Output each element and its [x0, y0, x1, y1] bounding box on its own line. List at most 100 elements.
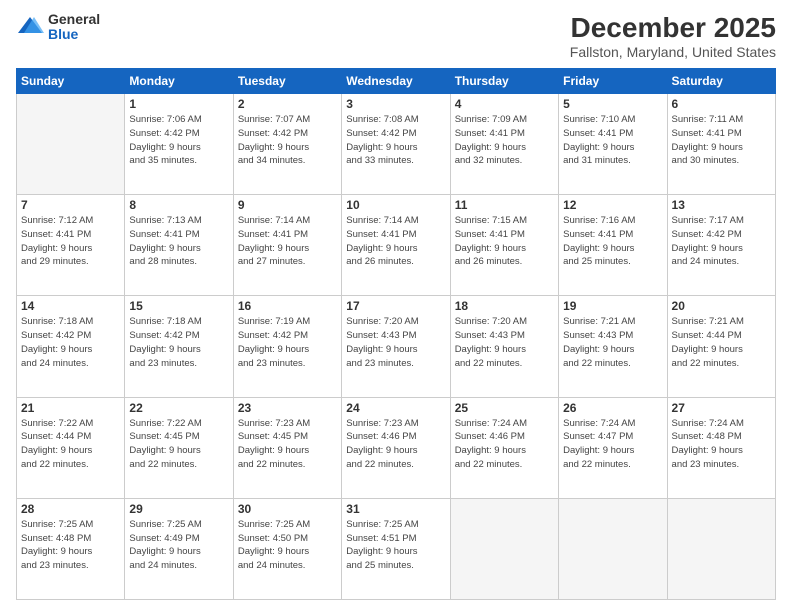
daylight-minutes: and 22 minutes. [455, 358, 523, 369]
sunrise-label: Sunrise: 7:21 AM [672, 316, 744, 327]
daylight-label: Daylight: 9 hours [238, 546, 309, 557]
day-number: 7 [21, 198, 120, 212]
day-info: Sunrise: 7:14 AMSunset: 4:41 PMDaylight:… [238, 214, 337, 269]
sunrise-label: Sunrise: 7:17 AM [672, 215, 744, 226]
sunset-label: Sunset: 4:43 PM [346, 330, 416, 341]
sunrise-label: Sunrise: 7:24 AM [563, 418, 635, 429]
daylight-label: Daylight: 9 hours [238, 445, 309, 456]
daylight-label: Daylight: 9 hours [129, 445, 200, 456]
calendar-cell [450, 498, 558, 599]
day-number: 26 [563, 401, 662, 415]
day-number: 29 [129, 502, 228, 516]
sunrise-label: Sunrise: 7:06 AM [129, 114, 201, 125]
sunset-label: Sunset: 4:47 PM [563, 431, 633, 442]
calendar-cell: 9Sunrise: 7:14 AMSunset: 4:41 PMDaylight… [233, 195, 341, 296]
day-info: Sunrise: 7:14 AMSunset: 4:41 PMDaylight:… [346, 214, 445, 269]
calendar-table: SundayMondayTuesdayWednesdayThursdayFrid… [16, 68, 776, 600]
sunrise-label: Sunrise: 7:07 AM [238, 114, 310, 125]
daylight-minutes: and 24 minutes. [129, 560, 197, 571]
calendar-cell: 21Sunrise: 7:22 AMSunset: 4:44 PMDayligh… [17, 397, 125, 498]
day-info: Sunrise: 7:19 AMSunset: 4:42 PMDaylight:… [238, 315, 337, 370]
day-number: 10 [346, 198, 445, 212]
calendar-cell: 11Sunrise: 7:15 AMSunset: 4:41 PMDayligh… [450, 195, 558, 296]
sunset-label: Sunset: 4:41 PM [563, 128, 633, 139]
calendar-cell [17, 94, 125, 195]
day-info: Sunrise: 7:18 AMSunset: 4:42 PMDaylight:… [129, 315, 228, 370]
sunrise-label: Sunrise: 7:14 AM [346, 215, 418, 226]
day-info: Sunrise: 7:22 AMSunset: 4:44 PMDaylight:… [21, 417, 120, 472]
sunrise-label: Sunrise: 7:20 AM [455, 316, 527, 327]
daylight-minutes: and 27 minutes. [238, 256, 306, 267]
sunset-label: Sunset: 4:44 PM [672, 330, 742, 341]
page: General Blue December 2025 Fallston, Mar… [0, 0, 792, 612]
daylight-minutes: and 23 minutes. [129, 358, 197, 369]
calendar-cell: 13Sunrise: 7:17 AMSunset: 4:42 PMDayligh… [667, 195, 775, 296]
day-info: Sunrise: 7:07 AM Sunset: 4:42 PM Daylight:… [238, 113, 337, 168]
daylight-minutes: and 25 minutes. [346, 560, 414, 571]
day-header: Tuesday [233, 69, 341, 94]
daylight-label: Daylight: 9 hours [129, 243, 200, 254]
sunset-label: Sunset: 4:41 PM [455, 128, 525, 139]
day-number: 20 [672, 299, 771, 313]
day-number: 16 [238, 299, 337, 313]
day-header: Monday [125, 69, 233, 94]
sunrise-label: Sunrise: 7:18 AM [129, 316, 201, 327]
daylight-minutes: and 23 minutes. [346, 358, 414, 369]
sunset-label: Sunset: 4:42 PM [21, 330, 91, 341]
calendar-cell: 25Sunrise: 7:24 AMSunset: 4:46 PMDayligh… [450, 397, 558, 498]
day-info: Sunrise: 7:25 AMSunset: 4:51 PMDaylight:… [346, 518, 445, 573]
sunset-label: Sunset: 4:41 PM [129, 229, 199, 240]
calendar-cell: 20Sunrise: 7:21 AMSunset: 4:44 PMDayligh… [667, 296, 775, 397]
sunrise-label: Sunrise: 7:25 AM [238, 519, 310, 530]
location: Fallston, Maryland, United States [570, 44, 776, 60]
calendar-cell: 31Sunrise: 7:25 AMSunset: 4:51 PMDayligh… [342, 498, 450, 599]
sunrise-label: Sunrise: 7:25 AM [21, 519, 93, 530]
calendar-cell: 17Sunrise: 7:20 AMSunset: 4:43 PMDayligh… [342, 296, 450, 397]
daylight-minutes: and 35 minutes. [129, 155, 197, 166]
daylight-label: Daylight: 9 hours [455, 344, 526, 355]
daylight-minutes: and 28 minutes. [129, 256, 197, 267]
sunrise-label: Sunrise: 7:23 AM [346, 418, 418, 429]
daylight-label: Daylight: 9 hours [672, 445, 743, 456]
day-info: Sunrise: 7:12 AMSunset: 4:41 PMDaylight:… [21, 214, 120, 269]
day-info: Sunrise: 7:21 AMSunset: 4:43 PMDaylight:… [563, 315, 662, 370]
calendar-cell: 23Sunrise: 7:23 AMSunset: 4:45 PMDayligh… [233, 397, 341, 498]
day-info: Sunrise: 7:24 AMSunset: 4:46 PMDaylight:… [455, 417, 554, 472]
day-info: Sunrise: 7:25 AMSunset: 4:49 PMDaylight:… [129, 518, 228, 573]
sunset-label: Sunset: 4:44 PM [21, 431, 91, 442]
day-number: 24 [346, 401, 445, 415]
day-info: Sunrise: 7:20 AM Sunset: 4:43 PM Daylight:… [455, 315, 554, 370]
day-number: 6 [672, 97, 771, 111]
sunrise-label: Sunrise: 7:18 AM [21, 316, 93, 327]
daylight-minutes: and 22 minutes. [563, 459, 631, 470]
day-header: Wednesday [342, 69, 450, 94]
daylight-minutes: and 31 minutes. [563, 155, 631, 166]
daylight-label: Daylight: 9 hours [672, 142, 743, 153]
daylight-minutes: and 33 minutes. [346, 155, 414, 166]
day-info: Sunrise: 7:17 AMSunset: 4:42 PMDaylight:… [672, 214, 771, 269]
sunset-label: Sunset: 4:41 PM [238, 229, 308, 240]
daylight-minutes: and 24 minutes. [238, 560, 306, 571]
sunset-label: Sunset: 4:43 PM [455, 330, 525, 341]
calendar-cell [559, 498, 667, 599]
sunset-label: Sunset: 4:46 PM [346, 431, 416, 442]
day-number: 28 [21, 502, 120, 516]
daylight-minutes: and 25 minutes. [563, 256, 631, 267]
day-number: 23 [238, 401, 337, 415]
daylight-label: Daylight: 9 hours [21, 243, 92, 254]
sunrise-label: Sunrise: 7:25 AM [346, 519, 418, 530]
sunset-label: Sunset: 4:45 PM [129, 431, 199, 442]
day-info: Sunrise: 7:13 AMSunset: 4:41 PMDaylight:… [129, 214, 228, 269]
sunrise-label: Sunrise: 7:16 AM [563, 215, 635, 226]
daylight-label: Daylight: 9 hours [238, 142, 309, 153]
day-header: Sunday [17, 69, 125, 94]
day-number: 5 [563, 97, 662, 111]
daylight-minutes: and 24 minutes. [672, 256, 740, 267]
sunrise-label: Sunrise: 7:11 AM [672, 114, 744, 125]
day-info: Sunrise: 7:25 AMSunset: 4:48 PMDaylight:… [21, 518, 120, 573]
sunrise-label: Sunrise: 7:12 AM [21, 215, 93, 226]
day-number: 19 [563, 299, 662, 313]
daylight-label: Daylight: 9 hours [346, 344, 417, 355]
sunset-label: Sunset: 4:45 PM [238, 431, 308, 442]
sunset-label: Sunset: 4:42 PM [238, 128, 308, 139]
